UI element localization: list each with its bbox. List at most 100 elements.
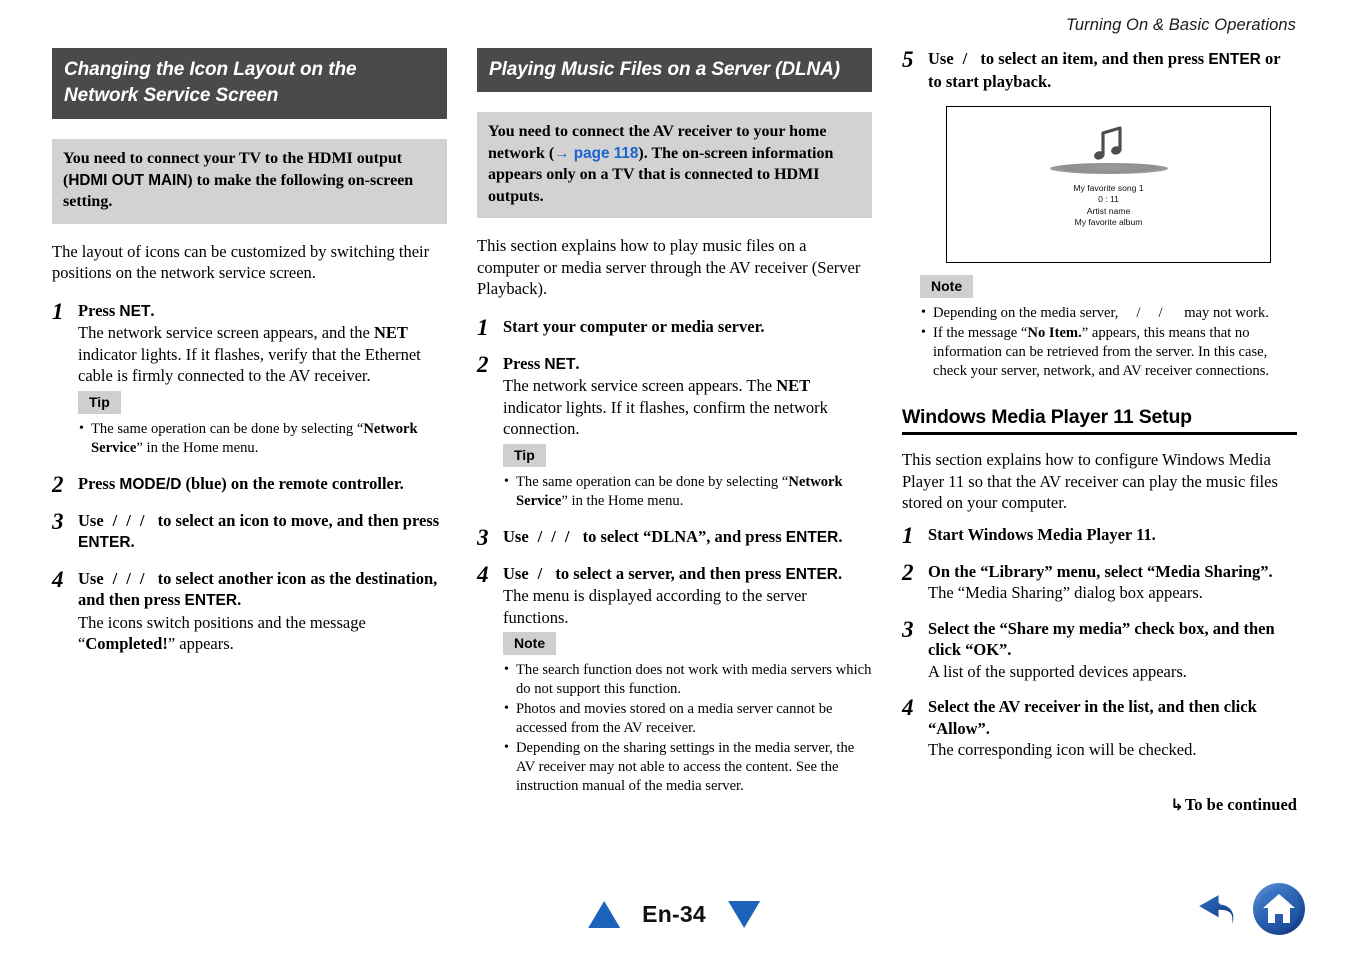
- step-body: Use / to select a server, and then press …: [503, 563, 872, 798]
- step-title: Select the AV receiver in the list, and …: [928, 697, 1257, 738]
- step-number: 4: [52, 566, 64, 592]
- step-title: Start Windows Media Player 11.: [928, 524, 1156, 544]
- step-number: 2: [477, 351, 489, 377]
- page-navigation: En-34: [588, 901, 760, 928]
- right-intro-paragraph: This section explains how to configure W…: [902, 450, 1278, 512]
- running-header: Turning On & Basic Operations: [1065, 16, 1296, 34]
- key-net: NET: [119, 302, 151, 320]
- list-item: Depending on the media server,// may not…: [920, 303, 1297, 323]
- note-badge: Note: [920, 275, 974, 298]
- list-item: Photos and movies stored on a media serv…: [503, 699, 872, 738]
- tip-text-pre: The same operation can be done by select…: [516, 473, 789, 490]
- tip-text-post: ” in the Home menu.: [561, 492, 684, 509]
- step-desc-a: The network service screen appears. The: [503, 376, 777, 395]
- callout-emphasis-hdmi-out-main: HDMI OUT MAIN: [68, 171, 188, 189]
- step-title-use: Use: [503, 526, 529, 546]
- home-icon[interactable]: [1252, 882, 1306, 936]
- key-net: NET: [544, 355, 576, 373]
- step-description: The menu is displayed according to the s…: [503, 586, 807, 627]
- tip-list: The same operation can be done by select…: [503, 472, 872, 511]
- key-enter: ENTER: [1208, 51, 1261, 68]
- step-title-post: .: [838, 563, 843, 583]
- step-title: Press NET.: [503, 353, 872, 376]
- step-description: A list of the supported devices appears.: [928, 661, 1187, 681]
- to-be-continued: ↳To be continued: [902, 795, 1297, 815]
- step-number: 3: [52, 508, 64, 534]
- note-text-post: may not work.: [1184, 305, 1269, 321]
- step-desc-b: ” appears.: [167, 634, 234, 653]
- page-footer: En-34: [0, 880, 1348, 940]
- subheading-wmp-setup: Windows Media Player 11 Setup: [902, 406, 1192, 428]
- triangle-up-icon[interactable]: [588, 901, 621, 928]
- list-item: The same operation can be done by select…: [78, 419, 447, 458]
- back-arrow-icon[interactable]: [1190, 888, 1238, 930]
- to-be-continued-label: To be continued: [1184, 794, 1297, 814]
- step-title-use: Use: [503, 563, 529, 583]
- step-title-mid: to select an item, and then press: [980, 49, 1209, 68]
- step-title-mid: to select a server, and then press: [555, 563, 786, 583]
- step-title-post: .: [150, 300, 155, 320]
- tip-text-pre: The same operation can be done by select…: [91, 420, 364, 437]
- step-title: Start your computer or media server.: [503, 316, 765, 336]
- tv-track-artist: Artist name: [1086, 205, 1131, 216]
- step-body: Use / / / to select an icon to move, and th…: [78, 510, 447, 554]
- list-item: The search function does not work with m…: [503, 660, 872, 699]
- section-title-dlna: Playing Music Files on a Server (DLNA): [477, 48, 872, 92]
- step-title-use: Use: [78, 510, 104, 530]
- step-body: Start your computer or media server.: [503, 316, 872, 339]
- left-intro-paragraph: The layout of icons can be customized by…: [52, 241, 430, 283]
- step-title: Use / / / to select “DLNA”, and press ENTER…: [503, 526, 843, 546]
- tv-screen-content: My favorite song 1 0 : 11 Artist name My…: [947, 125, 1270, 229]
- footer-actions: [1190, 882, 1306, 936]
- step-body: On the “Library” menu, select “Media Sha…: [928, 561, 1297, 604]
- step-item: 1 Start Windows Media Player 11.: [902, 524, 1297, 547]
- middle-column: Playing Music Files on a Server (DLNA) Y…: [477, 48, 872, 815]
- step-number: 3: [902, 616, 914, 642]
- step-title-post: (blue) on the remote controller.: [181, 473, 404, 493]
- tip-badge: Tip: [503, 443, 546, 467]
- step-body: Use / / / to select another icon as the des…: [78, 568, 447, 655]
- tip-list: The same operation can be done by select…: [78, 419, 447, 458]
- tv-track-album: My favorite album: [1074, 217, 1143, 228]
- step-title-mid: to select an icon to move, and then pres…: [157, 510, 440, 530]
- step-body: Select the AV receiver in the list, and …: [928, 696, 1297, 761]
- list-item: The same operation can be done by select…: [503, 472, 872, 511]
- step-title-mid: to select “DLNA”, and press: [582, 526, 786, 546]
- step-title: Press NET.: [78, 300, 447, 323]
- music-note-icon: [1093, 126, 1122, 160]
- step-description: The network service screen appears, and …: [78, 322, 447, 387]
- right-note-block: Note Depending on the media server,// ma…: [902, 271, 1297, 381]
- middle-intro-paragraph: This section explains how to play music …: [477, 236, 861, 298]
- step-title: Use / to select a server, and then press …: [503, 563, 843, 583]
- step-number: 5: [902, 47, 914, 72]
- tip-badge: Tip: [78, 390, 121, 414]
- page-reference-link[interactable]: → page 118: [554, 145, 638, 162]
- reflection-ellipse: [1049, 163, 1168, 174]
- note-list: Depending on the media server,// may not…: [920, 303, 1297, 381]
- step-item: 1 Start your computer or media server.: [477, 316, 872, 339]
- step-title-pre: Press: [503, 353, 545, 373]
- triangle-down-icon[interactable]: [727, 901, 760, 928]
- key-mode-d: MODE/D: [119, 475, 182, 493]
- step-title-pre: Press: [78, 300, 120, 320]
- step-title-post: .: [838, 526, 843, 546]
- step-title-post: .: [130, 532, 135, 551]
- step-number: 1: [902, 522, 914, 548]
- right-column: 5 Use / to select an item, and then press…: [902, 48, 1297, 815]
- step-item: 2 Press MODE/D (blue) on the remote cont…: [52, 473, 447, 496]
- step-item: 5 Use / to select an item, and then press…: [902, 48, 1297, 92]
- step-title: On the “Library” menu, select “Media Sha…: [928, 561, 1273, 581]
- step-title-post: .: [575, 353, 580, 373]
- section-title-icon-layout: Changing the Icon Layout on the Network …: [52, 48, 447, 119]
- step-body: Select the “Share my media” check box, a…: [928, 618, 1297, 683]
- step-title: Use / / / to select an icon to move, and th…: [78, 510, 440, 552]
- step-body: Use / / / to select “DLNA”, and press ENTER…: [503, 526, 872, 549]
- left-column: Changing the Icon Layout on the Network …: [52, 48, 447, 815]
- page-reference-label: page 118: [573, 144, 639, 162]
- step-body: Start Windows Media Player 11.: [928, 524, 1297, 547]
- list-item: Depending on the sharing settings in the…: [503, 738, 872, 796]
- key-net-bold: NET: [373, 323, 408, 342]
- step-number: 2: [902, 559, 914, 585]
- callout-network-requirement: You need to connect the AV receiver to y…: [477, 112, 872, 218]
- key-enter: ENTER: [785, 528, 839, 546]
